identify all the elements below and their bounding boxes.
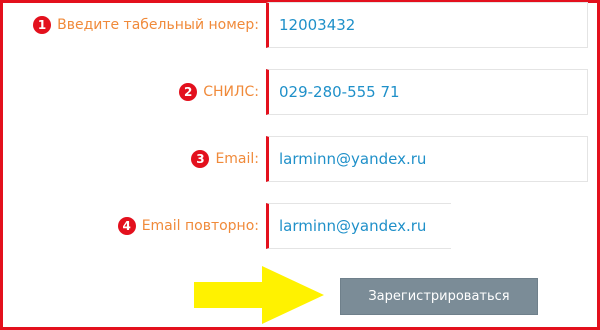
field-label-group: 2 СНИЛС: (179, 69, 259, 115)
step-badge: 2 (179, 83, 198, 101)
register-button[interactable]: Зарегистрироваться (340, 278, 538, 315)
field-label-group: 3 Email: (191, 136, 259, 182)
step-badge: 4 (117, 217, 136, 235)
snils-label: СНИЛС: (203, 84, 259, 100)
field-label-group: 4 Email повторно: (117, 203, 259, 249)
form-row-personnel-number: 1 Введите табельный номер: 12003432 (0, 2, 600, 48)
snils-input[interactable]: 029-280-555 71 (266, 69, 588, 115)
yellow-arrow-icon (194, 266, 324, 324)
email-label: Email: (215, 151, 259, 167)
step-badge: 1 (33, 16, 52, 34)
email-input[interactable]: larminn@yandex.ru (266, 136, 588, 182)
email-repeat-label: Email повторно: (141, 218, 259, 234)
form-row-email: 3 Email: larminn@yandex.ru (0, 136, 600, 182)
field-label-group: 1 Введите табельный номер: (33, 2, 259, 48)
email-repeat-input[interactable]: larminn@yandex.ru (266, 203, 451, 249)
form-row-email-repeat: 4 Email повторно: larminn@yandex.ru (0, 203, 600, 249)
form-row-snils: 2 СНИЛС: 029-280-555 71 (0, 69, 600, 115)
step-badge: 3 (191, 150, 210, 168)
personnel-number-label: Введите табельный номер: (57, 17, 259, 33)
personnel-number-input[interactable]: 12003432 (266, 2, 588, 48)
